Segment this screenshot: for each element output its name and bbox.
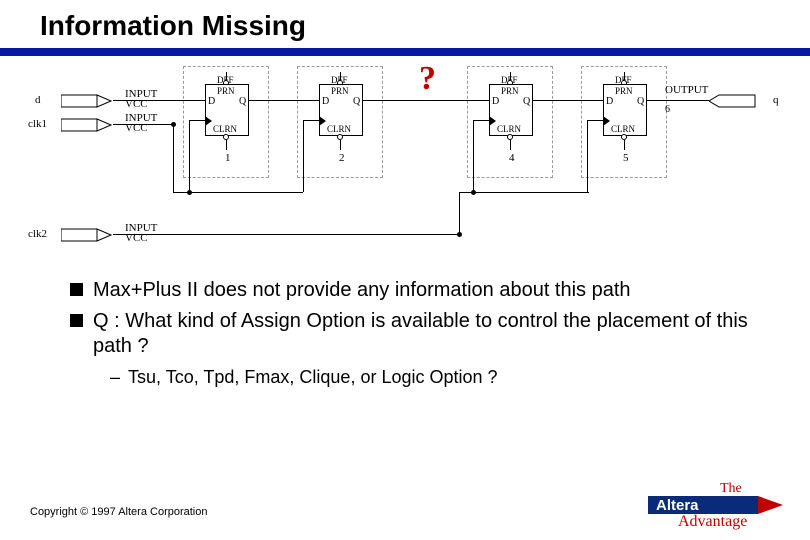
title-underline-bar (0, 48, 810, 56)
input-port-clk1 (61, 116, 119, 134)
input-clk2-label: clk2 (28, 228, 47, 240)
bullet-1-text: Max+Plus II does not provide any informa… (93, 278, 631, 303)
dff-1-prn: PRN (217, 86, 235, 96)
wire-clk1-drop (173, 124, 174, 192)
node-clk2-a (457, 232, 462, 237)
dff-5-id: 5 (623, 152, 629, 164)
dff-5-prn: PRN (615, 86, 633, 96)
output-q-label: q (773, 94, 779, 106)
wire-clk1-bus (173, 192, 303, 193)
dff-5: DFF PRN D Q CLRN 5 (593, 72, 657, 148)
wire-q1-d2 (249, 100, 319, 101)
wire-clk2-to4v (473, 120, 474, 192)
dff-1: DFF PRN D Q CLRN 1 (195, 72, 259, 148)
dff-4-clrn: CLRN (497, 124, 521, 134)
wire-clk2-up (459, 192, 460, 235)
dff-5-clrn: CLRN (611, 124, 635, 134)
schematic-diagram: d clk1 clk2 INPUT VCC INPUT VCC INPUT VC… (25, 62, 785, 262)
wire-clk1-to1h (189, 120, 205, 121)
dff-4-q: Q (523, 96, 530, 107)
bullet-1: Max+Plus II does not provide any informa… (70, 278, 760, 303)
dff-2-clrn: CLRN (327, 124, 351, 134)
logo-top: The (720, 481, 742, 496)
bullet-2: Q : What kind of Assign Option is availa… (70, 309, 760, 359)
wire-clk1-a (113, 124, 173, 125)
dff-1-id: 1 (225, 152, 231, 164)
wire-clk2-a (113, 234, 459, 235)
question-mark: ? (419, 60, 436, 98)
logo-mid: Altera (656, 497, 699, 514)
wire-q2-d4 (363, 100, 489, 101)
bullet-list: Max+Plus II does not provide any informa… (70, 278, 760, 388)
bullet-square-icon (70, 314, 83, 327)
wire-clk2-bus (459, 192, 589, 193)
input-port-clk2 (61, 226, 119, 244)
output-port-q (709, 92, 767, 110)
node-clk1-a (171, 122, 176, 127)
dff-2: DFF PRN D Q CLRN 2 (309, 72, 373, 148)
bullet-2-text: Q : What kind of Assign Option is availa… (93, 309, 760, 359)
dff-5-q: Q (637, 96, 644, 107)
dff-1-d: D (208, 96, 215, 107)
wire-clk1-to2v (303, 120, 304, 192)
dff-2-id: 2 (339, 152, 345, 164)
node-clk2-b (471, 190, 476, 195)
slide-title: Information Missing (0, 0, 810, 48)
sub-bullet-1: – Tsu, Tco, Tpd, Fmax, Clique, or Logic … (110, 367, 760, 388)
node-clk1-b (187, 190, 192, 195)
output-type-label: OUTPUT (665, 84, 708, 96)
dff-2-prn: PRN (331, 86, 349, 96)
wire-clk2-to5h (587, 120, 603, 121)
dff-4-prn: PRN (501, 86, 519, 96)
output-net-label: 6 (665, 104, 670, 115)
input-clk1-label: clk1 (28, 118, 47, 130)
dff-4: DFF PRN D Q CLRN 4 (479, 72, 543, 148)
wire-clk1-to1v (189, 120, 190, 192)
wire-clk2-to4h (473, 120, 489, 121)
bullet-square-icon (70, 283, 83, 296)
copyright-text: Copyright © 1997 Altera Corporation (30, 506, 207, 518)
dff-5-d: D (606, 96, 613, 107)
wire-q5-out (647, 100, 709, 101)
wire-clk1-to2h (303, 120, 319, 121)
dff-2-d: D (322, 96, 329, 107)
dash-icon: – (110, 367, 120, 388)
wire-clk2-to5v (587, 120, 588, 192)
input-d-label: d (35, 94, 41, 106)
input-port-d (61, 92, 119, 110)
dff-4-d: D (492, 96, 499, 107)
sub-bullet-1-text: Tsu, Tco, Tpd, Fmax, Clique, or Logic Op… (128, 367, 498, 388)
wire-d (113, 100, 205, 101)
altera-logo: The Altera Advantage (648, 480, 788, 530)
dff-4-id: 4 (509, 152, 515, 164)
dff-2-q: Q (353, 96, 360, 107)
dff-1-q: Q (239, 96, 246, 107)
wire-q4-d5 (533, 100, 603, 101)
dff-1-clrn: CLRN (213, 124, 237, 134)
logo-bot: Advantage (678, 513, 747, 530)
